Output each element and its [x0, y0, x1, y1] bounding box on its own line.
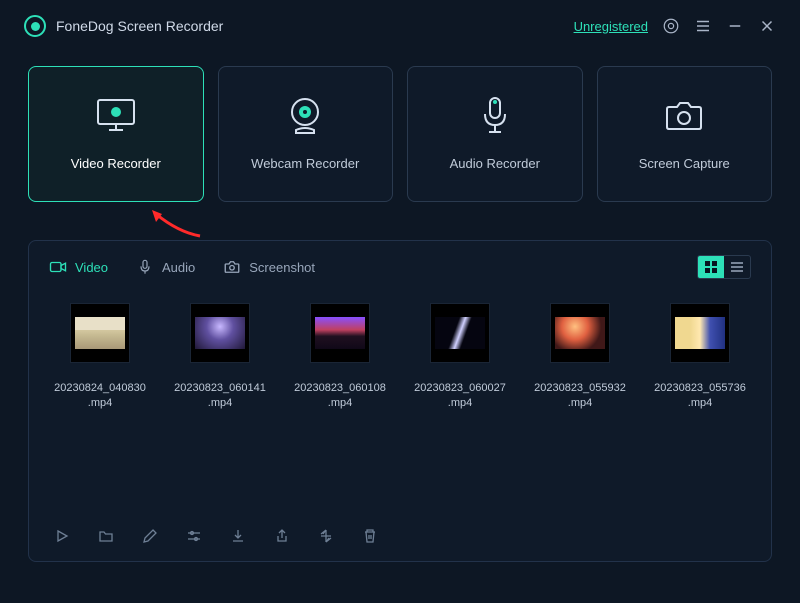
file-item[interactable]: 20230823_060108.mp4: [293, 303, 387, 507]
list-view-button[interactable]: [724, 256, 750, 278]
edit-button[interactable]: [141, 527, 159, 545]
menu-icon[interactable]: [694, 17, 712, 35]
annotation-arrow-icon: [148, 208, 204, 240]
sliders-button[interactable]: [185, 527, 203, 545]
file-thumbnail: [430, 303, 490, 363]
header-left: FoneDog Screen Recorder: [24, 15, 223, 37]
tab-label: Screenshot: [249, 260, 315, 275]
mode-webcam-recorder[interactable]: Webcam Recorder: [218, 66, 394, 202]
panel-tabs: Video Audio Screenshot: [29, 241, 771, 289]
mode-label: Audio Recorder: [450, 156, 540, 171]
app-logo-icon: [24, 15, 46, 37]
mode-label: Webcam Recorder: [251, 156, 359, 171]
mode-label: Screen Capture: [639, 156, 730, 171]
mode-audio-recorder[interactable]: Audio Recorder: [407, 66, 583, 202]
mode-grid: Video Recorder Webcam Recorder Audio Rec…: [0, 48, 800, 206]
file-name: 20230823_060027.mp4: [413, 381, 507, 412]
settings-icon[interactable]: [662, 17, 680, 35]
mode-video-recorder[interactable]: Video Recorder: [28, 66, 204, 202]
file-grid: 20230824_040830.mp4 20230823_060141.mp4 …: [29, 289, 771, 515]
view-toggle: [697, 255, 751, 279]
tab-label: Video: [75, 260, 108, 275]
app-title: FoneDog Screen Recorder: [56, 18, 223, 34]
mic-icon: [474, 98, 516, 134]
mode-screen-capture[interactable]: Screen Capture: [597, 66, 773, 202]
tab-screenshot[interactable]: Screenshot: [223, 259, 315, 275]
share-button[interactable]: [273, 527, 291, 545]
file-thumbnail: [190, 303, 250, 363]
file-thumbnail: [670, 303, 730, 363]
file-thumbnail: [310, 303, 370, 363]
file-thumbnail: [70, 303, 130, 363]
header-right: Unregistered: [574, 17, 776, 35]
monitor-icon: [95, 98, 137, 134]
camera-icon: [663, 98, 705, 134]
file-name: 20230823_055932.mp4: [533, 381, 627, 412]
unregistered-link[interactable]: Unregistered: [574, 19, 648, 34]
header: FoneDog Screen Recorder Unregistered: [0, 0, 800, 48]
grid-view-button[interactable]: [698, 256, 724, 278]
file-thumbnail: [550, 303, 610, 363]
play-button[interactable]: [53, 527, 71, 545]
mode-label: Video Recorder: [71, 156, 161, 171]
convert-button[interactable]: [317, 527, 335, 545]
minimize-icon[interactable]: [726, 17, 744, 35]
folder-button[interactable]: [97, 527, 115, 545]
file-item[interactable]: 20230823_060141.mp4: [173, 303, 267, 507]
file-name: 20230823_060141.mp4: [173, 381, 267, 412]
webcam-icon: [284, 98, 326, 134]
tab-label: Audio: [162, 260, 195, 275]
file-item[interactable]: 20230823_055736.mp4: [653, 303, 747, 507]
close-icon[interactable]: [758, 17, 776, 35]
download-button[interactable]: [229, 527, 247, 545]
file-name: 20230823_055736.mp4: [653, 381, 747, 412]
file-item[interactable]: 20230824_040830.mp4: [53, 303, 147, 507]
file-name: 20230824_040830.mp4: [53, 381, 147, 412]
file-name: 20230823_060108.mp4: [293, 381, 387, 412]
media-panel: Video Audio Screenshot 20230824_040830.m…: [28, 240, 772, 562]
media-toolbar: [29, 515, 771, 561]
tab-video[interactable]: Video: [49, 259, 108, 275]
delete-button[interactable]: [361, 527, 379, 545]
file-item[interactable]: 20230823_060027.mp4: [413, 303, 507, 507]
file-item[interactable]: 20230823_055932.mp4: [533, 303, 627, 507]
tab-audio[interactable]: Audio: [136, 259, 195, 275]
